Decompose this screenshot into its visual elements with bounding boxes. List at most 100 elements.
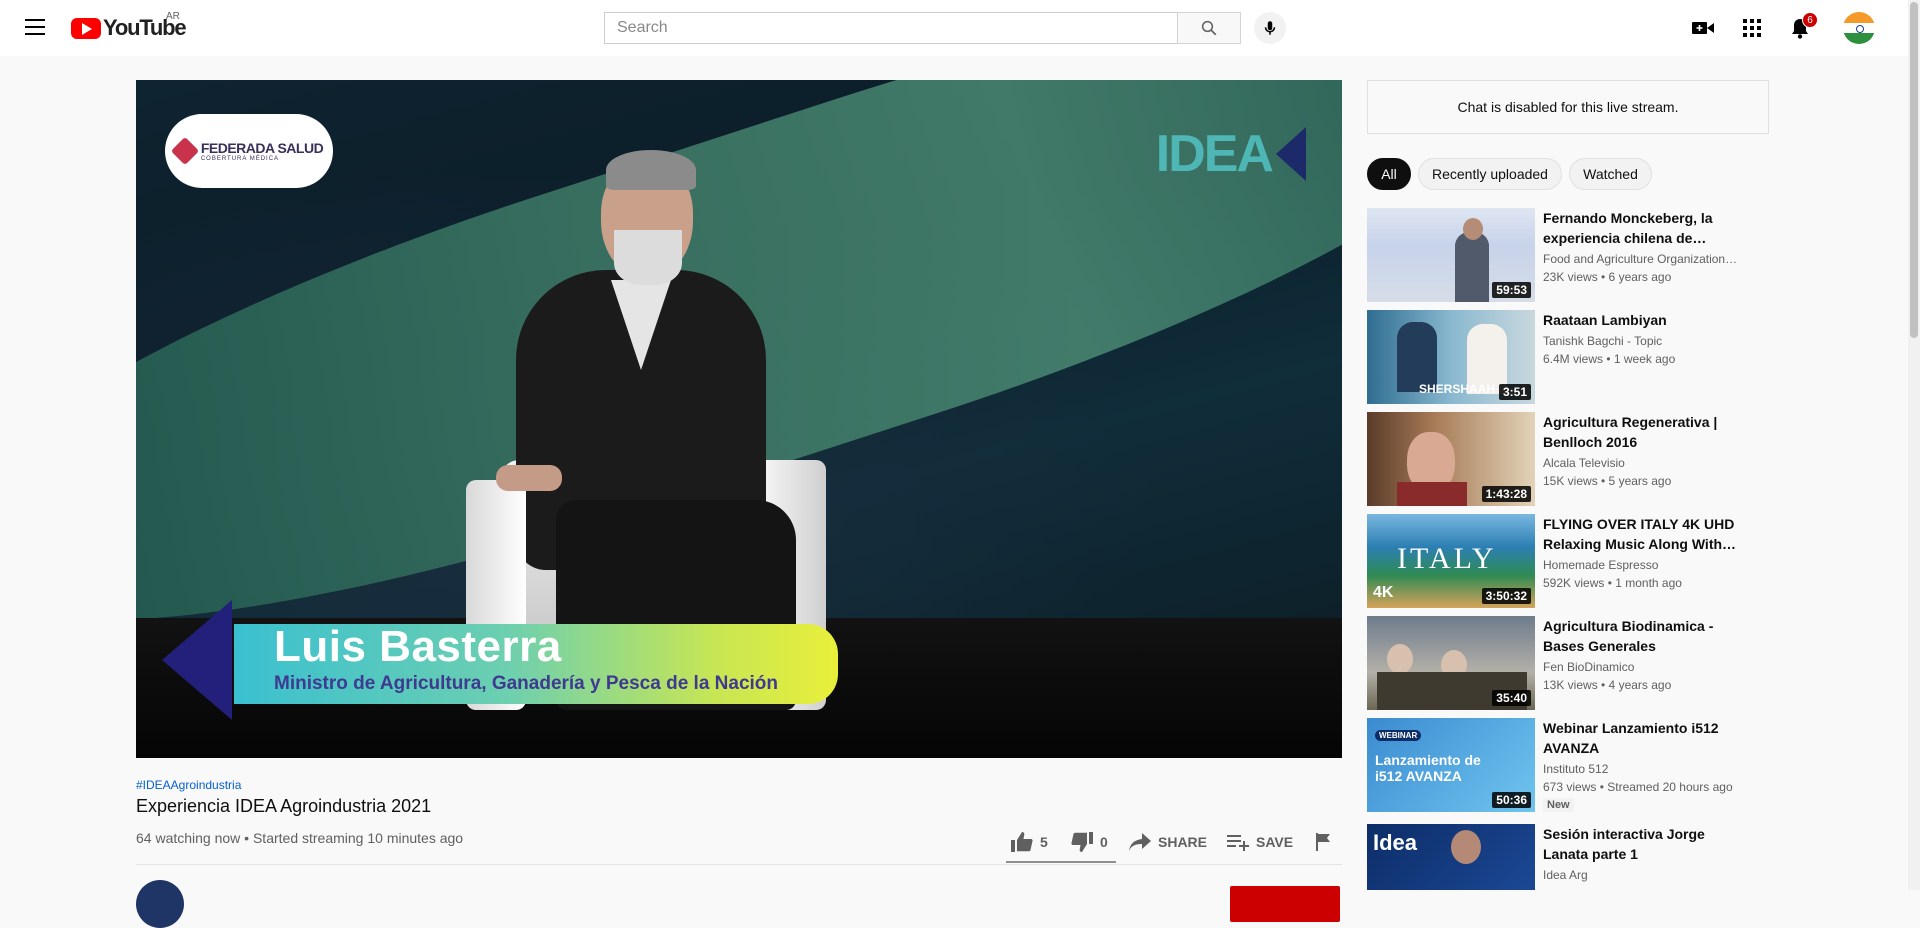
recommendation-item[interactable]: Idea Sesión interactiva Jorge Lanata par… bbox=[1367, 824, 1767, 890]
create-video-icon[interactable] bbox=[1691, 16, 1715, 40]
rec-stats: 15K views • 5 years ago bbox=[1543, 474, 1672, 488]
chip-all[interactable]: All bbox=[1367, 158, 1411, 190]
share-label: SHARE bbox=[1158, 834, 1208, 850]
recommendation-item[interactable]: 1:43:28 Agricultura Regenerativa | Benll… bbox=[1367, 412, 1767, 506]
lower-third-chevron-icon bbox=[162, 600, 232, 720]
rec-channel[interactable]: Food and Agriculture Organization… bbox=[1543, 252, 1753, 266]
duration-badge: 35:40 bbox=[1492, 690, 1531, 706]
chip-recently-uploaded[interactable]: Recently uploaded bbox=[1418, 158, 1562, 190]
rec-title: Agricultura Biodinamica - Bases Generale… bbox=[1543, 618, 1714, 654]
sponsor-tagline: COBERTURA MÉDICA bbox=[200, 156, 280, 162]
chip-watched[interactable]: Watched bbox=[1569, 158, 1652, 190]
search-button[interactable] bbox=[1177, 12, 1241, 44]
speaker-beard bbox=[614, 230, 682, 285]
speaker-hand bbox=[496, 465, 562, 491]
apps-icon[interactable] bbox=[1740, 16, 1764, 40]
channel-avatar[interactable] bbox=[136, 880, 184, 928]
speaker-role: Ministro de Agricultura, Ganadería y Pes… bbox=[274, 673, 779, 694]
video-thumbnail[interactable]: 35:40 bbox=[1367, 616, 1535, 710]
thumb-webinar-tag: WEBINAR bbox=[1375, 730, 1422, 741]
thumb-caption: SHERSHAAH bbox=[1419, 382, 1496, 396]
video-player[interactable]: FEDERADA SALUD COBERTURA MÉDICA IDEA Lui… bbox=[136, 80, 1342, 758]
subscribe-button[interactable] bbox=[1230, 886, 1340, 922]
rec-channel[interactable]: Fen BioDinamico bbox=[1543, 660, 1753, 674]
speaker-name: Luis Basterra bbox=[274, 622, 562, 671]
mic-icon bbox=[1264, 21, 1276, 35]
sentiment-bar bbox=[1006, 861, 1116, 863]
youtube-play-icon bbox=[71, 17, 101, 39]
scrollbar-thumb[interactable] bbox=[1910, 2, 1918, 338]
video-thumbnail[interactable]: Idea bbox=[1367, 824, 1535, 890]
thumb-caption: Idea bbox=[1373, 830, 1418, 855]
rec-title: Sesión interactiva Jorge Lanata parte 1 bbox=[1543, 826, 1705, 862]
thumbs-down-icon bbox=[1071, 832, 1093, 852]
region-code: AR bbox=[166, 11, 180, 22]
thumbs-up-icon bbox=[1011, 832, 1033, 852]
recommendation-item[interactable]: 35:40 Agricultura Biodinamica - Bases Ge… bbox=[1367, 616, 1767, 710]
idea-chevron-icon bbox=[1276, 127, 1306, 181]
rec-stats: 13K views • 4 years ago bbox=[1543, 678, 1672, 692]
save-button[interactable]: SAVE bbox=[1226, 826, 1293, 858]
rec-title: Raataan Lambiyan bbox=[1543, 312, 1667, 328]
youtube-logo[interactable]: YouTube AR bbox=[71, 11, 187, 40]
live-chat-disabled-notice: Chat is disabled for this live stream. bbox=[1367, 80, 1769, 134]
divider bbox=[136, 864, 1342, 865]
dislike-count: 0 bbox=[1100, 834, 1108, 850]
rec-channel[interactable]: Instituto 512 bbox=[1543, 762, 1753, 776]
recommendation-item[interactable]: SHERSHAAH 3:51 Raataan Lambiyan Tanishk … bbox=[1367, 310, 1767, 404]
rec-channel[interactable]: Homemade Espresso bbox=[1543, 558, 1753, 572]
save-label: SAVE bbox=[1256, 834, 1294, 850]
recommendation-item[interactable]: WEBINAR Lanzamiento de i512 AVANZA 50:36… bbox=[1367, 718, 1767, 812]
search-bar bbox=[604, 12, 1244, 44]
new-badge: New bbox=[1543, 798, 1574, 812]
duration-badge: 3:50:32 bbox=[1481, 588, 1531, 604]
voice-search-button[interactable] bbox=[1254, 12, 1286, 44]
thumb-caption: ITALY bbox=[1397, 542, 1497, 575]
video-thumbnail[interactable]: ITALY 4K 3:50:32 bbox=[1367, 514, 1535, 608]
rec-channel[interactable]: Idea Arg bbox=[1543, 868, 1753, 882]
dislike-button[interactable]: 0 bbox=[1070, 826, 1108, 858]
flag-icon bbox=[1316, 833, 1330, 851]
thumb-4k-label: 4K bbox=[1373, 584, 1394, 601]
rec-stats: 673 views • Streamed 20 hours ago bbox=[1543, 780, 1733, 794]
recommendation-item[interactable]: ITALY 4K 3:50:32 FLYING OVER ITALY 4K UH… bbox=[1367, 514, 1767, 608]
share-button[interactable]: SHARE bbox=[1128, 826, 1207, 858]
sponsor-mark-icon bbox=[170, 136, 199, 166]
rec-stats: 6.4M views • 1 week ago bbox=[1543, 352, 1676, 366]
duration-badge: 59:53 bbox=[1492, 282, 1531, 298]
search-input[interactable] bbox=[604, 12, 1177, 44]
duration-badge: 50:36 bbox=[1492, 792, 1531, 808]
video-thumbnail[interactable]: 59:53 bbox=[1367, 208, 1535, 302]
notification-count-badge: 6 bbox=[1802, 12, 1818, 28]
masthead: YouTube AR 6 bbox=[0, 0, 1908, 56]
avatar[interactable] bbox=[1843, 12, 1875, 44]
hashtag-link[interactable]: #IDEAAgroindustria bbox=[136, 778, 241, 792]
sponsor-logo: FEDERADA SALUD COBERTURA MÉDICA bbox=[165, 114, 333, 188]
rec-title: Webinar Lanzamiento i512 AVANZA bbox=[1543, 720, 1719, 756]
video-title: Experiencia IDEA Agroindustria 2021 bbox=[136, 796, 432, 816]
search-icon bbox=[1201, 20, 1217, 36]
recommendation-item[interactable]: 59:53 Fernando Monckeberg, la experienci… bbox=[1367, 208, 1767, 302]
video-thumbnail[interactable]: WEBINAR Lanzamiento de i512 AVANZA 50:36 bbox=[1367, 718, 1535, 812]
share-icon bbox=[1129, 833, 1151, 851]
menu-icon[interactable] bbox=[20, 14, 50, 42]
rec-title: Fernando Monckeberg, la experiencia chil… bbox=[1543, 210, 1713, 246]
video-meta: 64 watching now • Started streaming 10 m… bbox=[136, 830, 464, 846]
lower-third: Luis Basterra Ministro de Agricultura, G… bbox=[156, 600, 856, 720]
like-button[interactable]: 5 bbox=[1010, 826, 1048, 858]
sponsor-name: FEDERADA SALUD bbox=[200, 140, 324, 156]
rec-channel[interactable]: Alcala Televisio bbox=[1543, 456, 1753, 470]
page-scrollbar[interactable] bbox=[1908, 0, 1920, 890]
thumb-caption: Lanzamiento de i512 AVANZA bbox=[1375, 752, 1481, 784]
idea-brand-logo: IDEA bbox=[1156, 124, 1306, 184]
rec-title: Agricultura Regenerativa | Benlloch 2016 bbox=[1543, 414, 1718, 450]
video-thumbnail[interactable]: 1:43:28 bbox=[1367, 412, 1535, 506]
video-thumbnail[interactable]: SHERSHAAH 3:51 bbox=[1367, 310, 1535, 404]
duration-badge: 1:43:28 bbox=[1481, 486, 1531, 502]
rec-channel[interactable]: Tanishk Bagchi - Topic bbox=[1543, 334, 1753, 348]
idea-logo-text: IDEA bbox=[1155, 125, 1274, 183]
playlist-add-icon bbox=[1227, 835, 1249, 851]
duration-badge: 3:51 bbox=[1498, 384, 1531, 400]
rec-stats: 592K views • 1 month ago bbox=[1543, 576, 1682, 590]
report-button[interactable] bbox=[1314, 826, 1340, 858]
